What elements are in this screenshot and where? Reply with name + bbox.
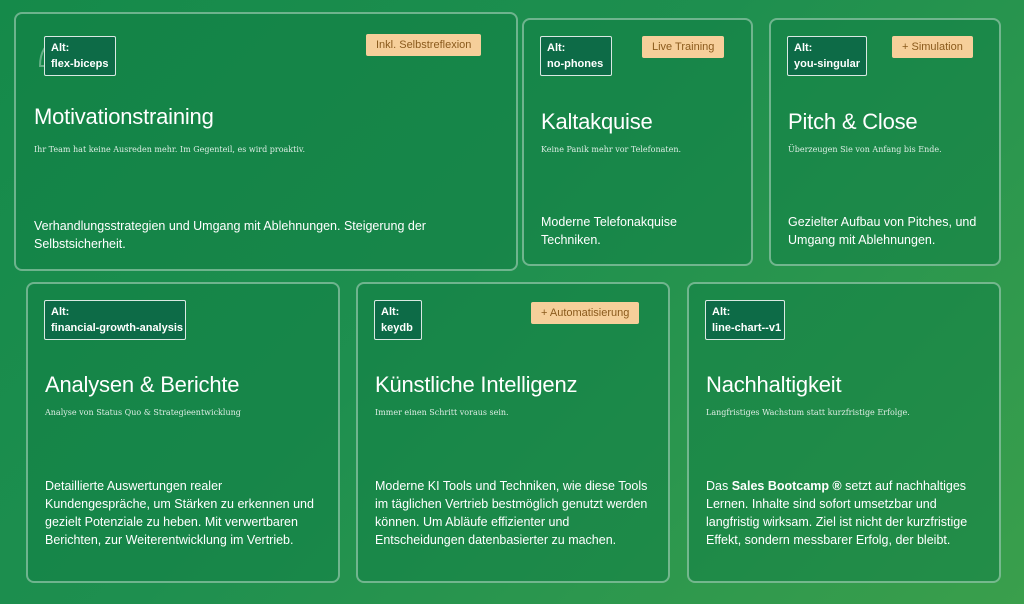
card-motivationstraining: Alt: flex-biceps Inkl. Selbstreflexion M… [14,12,518,271]
card-subtitle: Langfristiges Wachstum statt kurzfristig… [706,408,910,417]
card-analysen-berichte: Alt: financial-growth-analysis Analysen … [26,282,340,583]
card-description: Das Sales Bootcamp ® setzt auf nachhalti… [706,477,986,549]
alt-value: keydb [381,322,413,334]
alt-value: financial-growth-analysis [51,322,184,334]
card-nachhaltigkeit: Alt: line-chart--v1 Nachhaltigkeit Langf… [687,282,1001,583]
badge: Live Training [642,36,725,58]
card-subtitle: Überzeugen Sie von Anfang bis Ende. [788,145,942,154]
card-kuenstliche-intelligenz: Alt: keydb + Automatisierung Künstliche … [356,282,670,583]
alt-prefix: Alt: [51,306,70,318]
card-title: Nachhaltigkeit [706,372,842,397]
card-kaltakquise: Alt: no-phones Live Training Kaltakquise… [522,18,753,266]
brand-name: Sales Bootcamp ® [731,479,842,493]
description-prefix: Das [706,479,732,493]
alt-value: flex-biceps [51,58,109,70]
badge: + Simulation [892,36,973,58]
alt-text-box: Alt: no-phones [540,36,612,76]
card-description: Verhandlungsstrategien und Umgang mit Ab… [34,219,426,251]
card-pitch-close: Alt: you-singular + Simulation Pitch & C… [769,18,1001,266]
alt-value: line-chart--v1 [712,322,782,334]
card-title: Analysen & Berichte [45,372,240,397]
badge: + Automatisierung [531,302,640,324]
card-description: Moderne Telefonakquise Techniken. [541,215,677,247]
card-title: Motivationstraining [34,104,214,129]
alt-text-box: Alt: you-singular [787,36,867,76]
card-title: Künstliche Intelligenz [375,372,578,397]
card-title: Kaltakquise [541,109,653,134]
card-description: Detaillierte Auswertungen realer Kundeng… [45,479,314,547]
alt-text-box: Alt: flex-biceps [44,36,116,76]
alt-prefix: Alt: [381,306,400,318]
alt-prefix: Alt: [51,42,70,54]
card-subtitle: Ihr Team hat keine Ausreden mehr. Im Geg… [34,145,306,154]
card-subtitle: Analyse von Status Quo & Strategieentwic… [45,408,241,417]
card-title: Pitch & Close [788,109,918,134]
alt-text-box: Alt: line-chart--v1 [705,300,785,340]
card-subtitle: Immer einen Schritt voraus sein. [375,408,509,417]
card-description: Moderne KI Tools und Techniken, wie dies… [375,479,648,547]
alt-value: you-singular [794,58,861,70]
alt-prefix: Alt: [547,42,566,54]
alt-text-box: Alt: financial-growth-analysis [44,300,186,340]
card-subtitle: Keine Panik mehr vor Telefonaten. [541,145,682,154]
alt-value: no-phones [547,58,604,70]
card-description: Gezielter Aufbau von Pitches, und Umgang… [788,215,977,247]
alt-prefix: Alt: [794,42,813,54]
alt-text-box: Alt: keydb [374,300,422,340]
alt-prefix: Alt: [712,306,731,318]
badge: Inkl. Selbstreflexion [366,34,482,56]
